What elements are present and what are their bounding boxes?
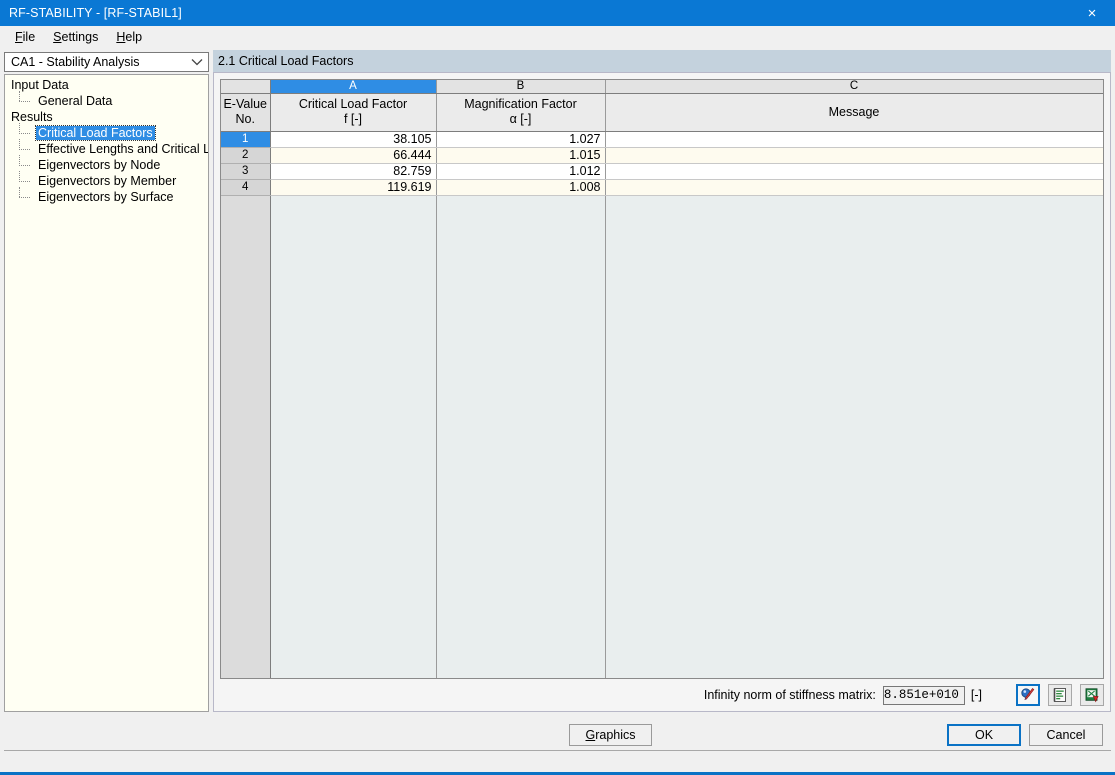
critical-load-factors-table[interactable]: A B C E-Value No. Critical Load Factor f…: [220, 79, 1104, 679]
table-empty-area: [221, 195, 1103, 678]
cell-critical-load-factor[interactable]: 38.105: [270, 131, 437, 148]
empty-cell: [605, 195, 1103, 678]
table-row[interactable]: 1 38.105 1.027: [221, 131, 1103, 148]
chevron-down-icon[interactable]: [186, 53, 208, 71]
column-letter-a[interactable]: A: [270, 80, 437, 94]
view-selection-icon[interactable]: [1016, 684, 1040, 706]
empty-cell: [436, 195, 606, 678]
menu-settings[interactable]: Settings: [44, 28, 107, 46]
navigation-tree[interactable]: Input Data General Data Results Critical…: [4, 74, 209, 712]
cell-magnification-factor[interactable]: 1.012: [436, 163, 606, 180]
tree-item-general-data[interactable]: General Data: [5, 91, 208, 109]
cell-message[interactable]: [605, 131, 1103, 148]
ok-button[interactable]: OK: [947, 724, 1021, 746]
tree-item-label: Eigenvectors by Member: [38, 174, 177, 188]
cell-magnification-factor[interactable]: 1.008: [436, 179, 606, 196]
tree-item-eigenvectors-by-surface[interactable]: Eigenvectors by Surface: [5, 187, 208, 205]
tree-branch-icon: [17, 91, 36, 109]
results-panel: A B C E-Value No. Critical Load Factor f…: [213, 72, 1111, 712]
empty-row-number-gutter: [221, 195, 271, 678]
tree-item-label: Critical Load Factors: [35, 125, 156, 141]
tree-item-effective-lengths-and-critical-loads[interactable]: Effective Lengths and Critical Loads: [5, 139, 208, 157]
tree-item-eigenvectors-by-node[interactable]: Eigenvectors by Node: [5, 155, 208, 173]
export-to-excel-icon[interactable]: [1080, 684, 1104, 706]
cell-magnification-factor[interactable]: 1.015: [436, 147, 606, 164]
analysis-case-dropdown[interactable]: CA1 - Stability Analysis: [4, 52, 209, 72]
graphics-button[interactable]: Graphics: [569, 724, 652, 746]
tree-branch-icon: [17, 187, 36, 205]
printout-report-icon[interactable]: [1048, 684, 1072, 706]
cell-message[interactable]: [605, 179, 1103, 196]
column-header-line2: α [-]: [509, 112, 532, 126]
table-row[interactable]: 2 66.444 1.015: [221, 147, 1103, 164]
application-window: RF-STABILITY - [RF-STABIL1] × File Setti…: [0, 0, 1115, 775]
tree-item-eigenvectors-by-member[interactable]: Eigenvectors by Member: [5, 171, 208, 189]
column-letter-row: A B C: [221, 80, 1103, 94]
close-icon[interactable]: ×: [1069, 0, 1115, 26]
menu-file[interactable]: File: [6, 28, 44, 46]
cell-magnification-factor[interactable]: 1.027: [436, 131, 606, 148]
menu-bar: File Settings Help: [0, 26, 1115, 48]
infinity-norm-label: Infinity norm of stiffness matrix:: [703, 688, 876, 702]
tree-item-label: Eigenvectors by Surface: [38, 190, 174, 204]
column-header-line1: Message: [828, 104, 880, 119]
title-bar: RF-STABILITY - [RF-STABIL1] ×: [0, 0, 1115, 26]
column-header-critical-load-factor: Critical Load Factor f [-]: [270, 93, 437, 132]
cell-message[interactable]: [605, 163, 1103, 180]
menu-help[interactable]: Help: [107, 28, 151, 46]
tree-item-label: Results: [11, 110, 53, 124]
row-number[interactable]: 1: [221, 131, 271, 148]
column-header-line1: Critical Load Factor: [298, 97, 408, 111]
row-number[interactable]: 4: [221, 179, 271, 196]
window-title: RF-STABILITY - [RF-STABIL1]: [9, 6, 182, 20]
tree-item-critical-load-factors[interactable]: Critical Load Factors: [5, 123, 208, 141]
status-bar: [4, 750, 1111, 769]
column-header-line1: Magnification Factor: [464, 97, 577, 111]
stiffness-status-strip: Infinity norm of stiffness matrix: 8.851…: [220, 683, 1104, 707]
tree-item-label: Effective Lengths and Critical Loads: [38, 142, 208, 156]
grid-corner: [221, 80, 271, 94]
cell-critical-load-factor[interactable]: 66.444: [270, 147, 437, 164]
tree-item-label: Input Data: [11, 78, 69, 92]
column-header-magnification-factor: Magnification Factor α [-]: [436, 93, 606, 132]
column-header-line2: f [-]: [343, 112, 363, 126]
cell-critical-load-factor[interactable]: 119.619: [270, 179, 437, 196]
row-number-header-line1: E-Value: [223, 97, 268, 111]
infinity-norm-unit: [-]: [970, 688, 982, 702]
cell-message[interactable]: [605, 147, 1103, 164]
row-number[interactable]: 3: [221, 163, 271, 180]
analysis-case-value: CA1 - Stability Analysis: [11, 55, 140, 69]
tree-item-label: Eigenvectors by Node: [38, 158, 161, 172]
empty-cell: [270, 195, 437, 678]
table-row[interactable]: 3 82.759 1.012: [221, 163, 1103, 180]
row-number[interactable]: 2: [221, 147, 271, 164]
column-letter-c[interactable]: C: [605, 80, 1103, 94]
row-number-header: E-Value No.: [221, 93, 271, 132]
column-caption-row: E-Value No. Critical Load Factor f [-] M…: [221, 93, 1103, 132]
row-number-header-line2: No.: [235, 112, 255, 126]
result-tool-icons: [1008, 684, 1104, 706]
column-header-message: Message: [605, 93, 1103, 132]
panel-title: 2.1 Critical Load Factors: [213, 50, 1111, 72]
table-row[interactable]: 4 119.619 1.008: [221, 179, 1103, 196]
tree-item-results[interactable]: Results: [5, 109, 208, 125]
infinity-norm-value: 8.851e+010: [882, 685, 965, 705]
cell-critical-load-factor[interactable]: 82.759: [270, 163, 437, 180]
column-letter-b[interactable]: B: [436, 80, 606, 94]
cancel-button[interactable]: Cancel: [1029, 724, 1103, 746]
tree-item-label: General Data: [38, 94, 113, 108]
tree-item-input-data[interactable]: Input Data: [5, 77, 208, 93]
